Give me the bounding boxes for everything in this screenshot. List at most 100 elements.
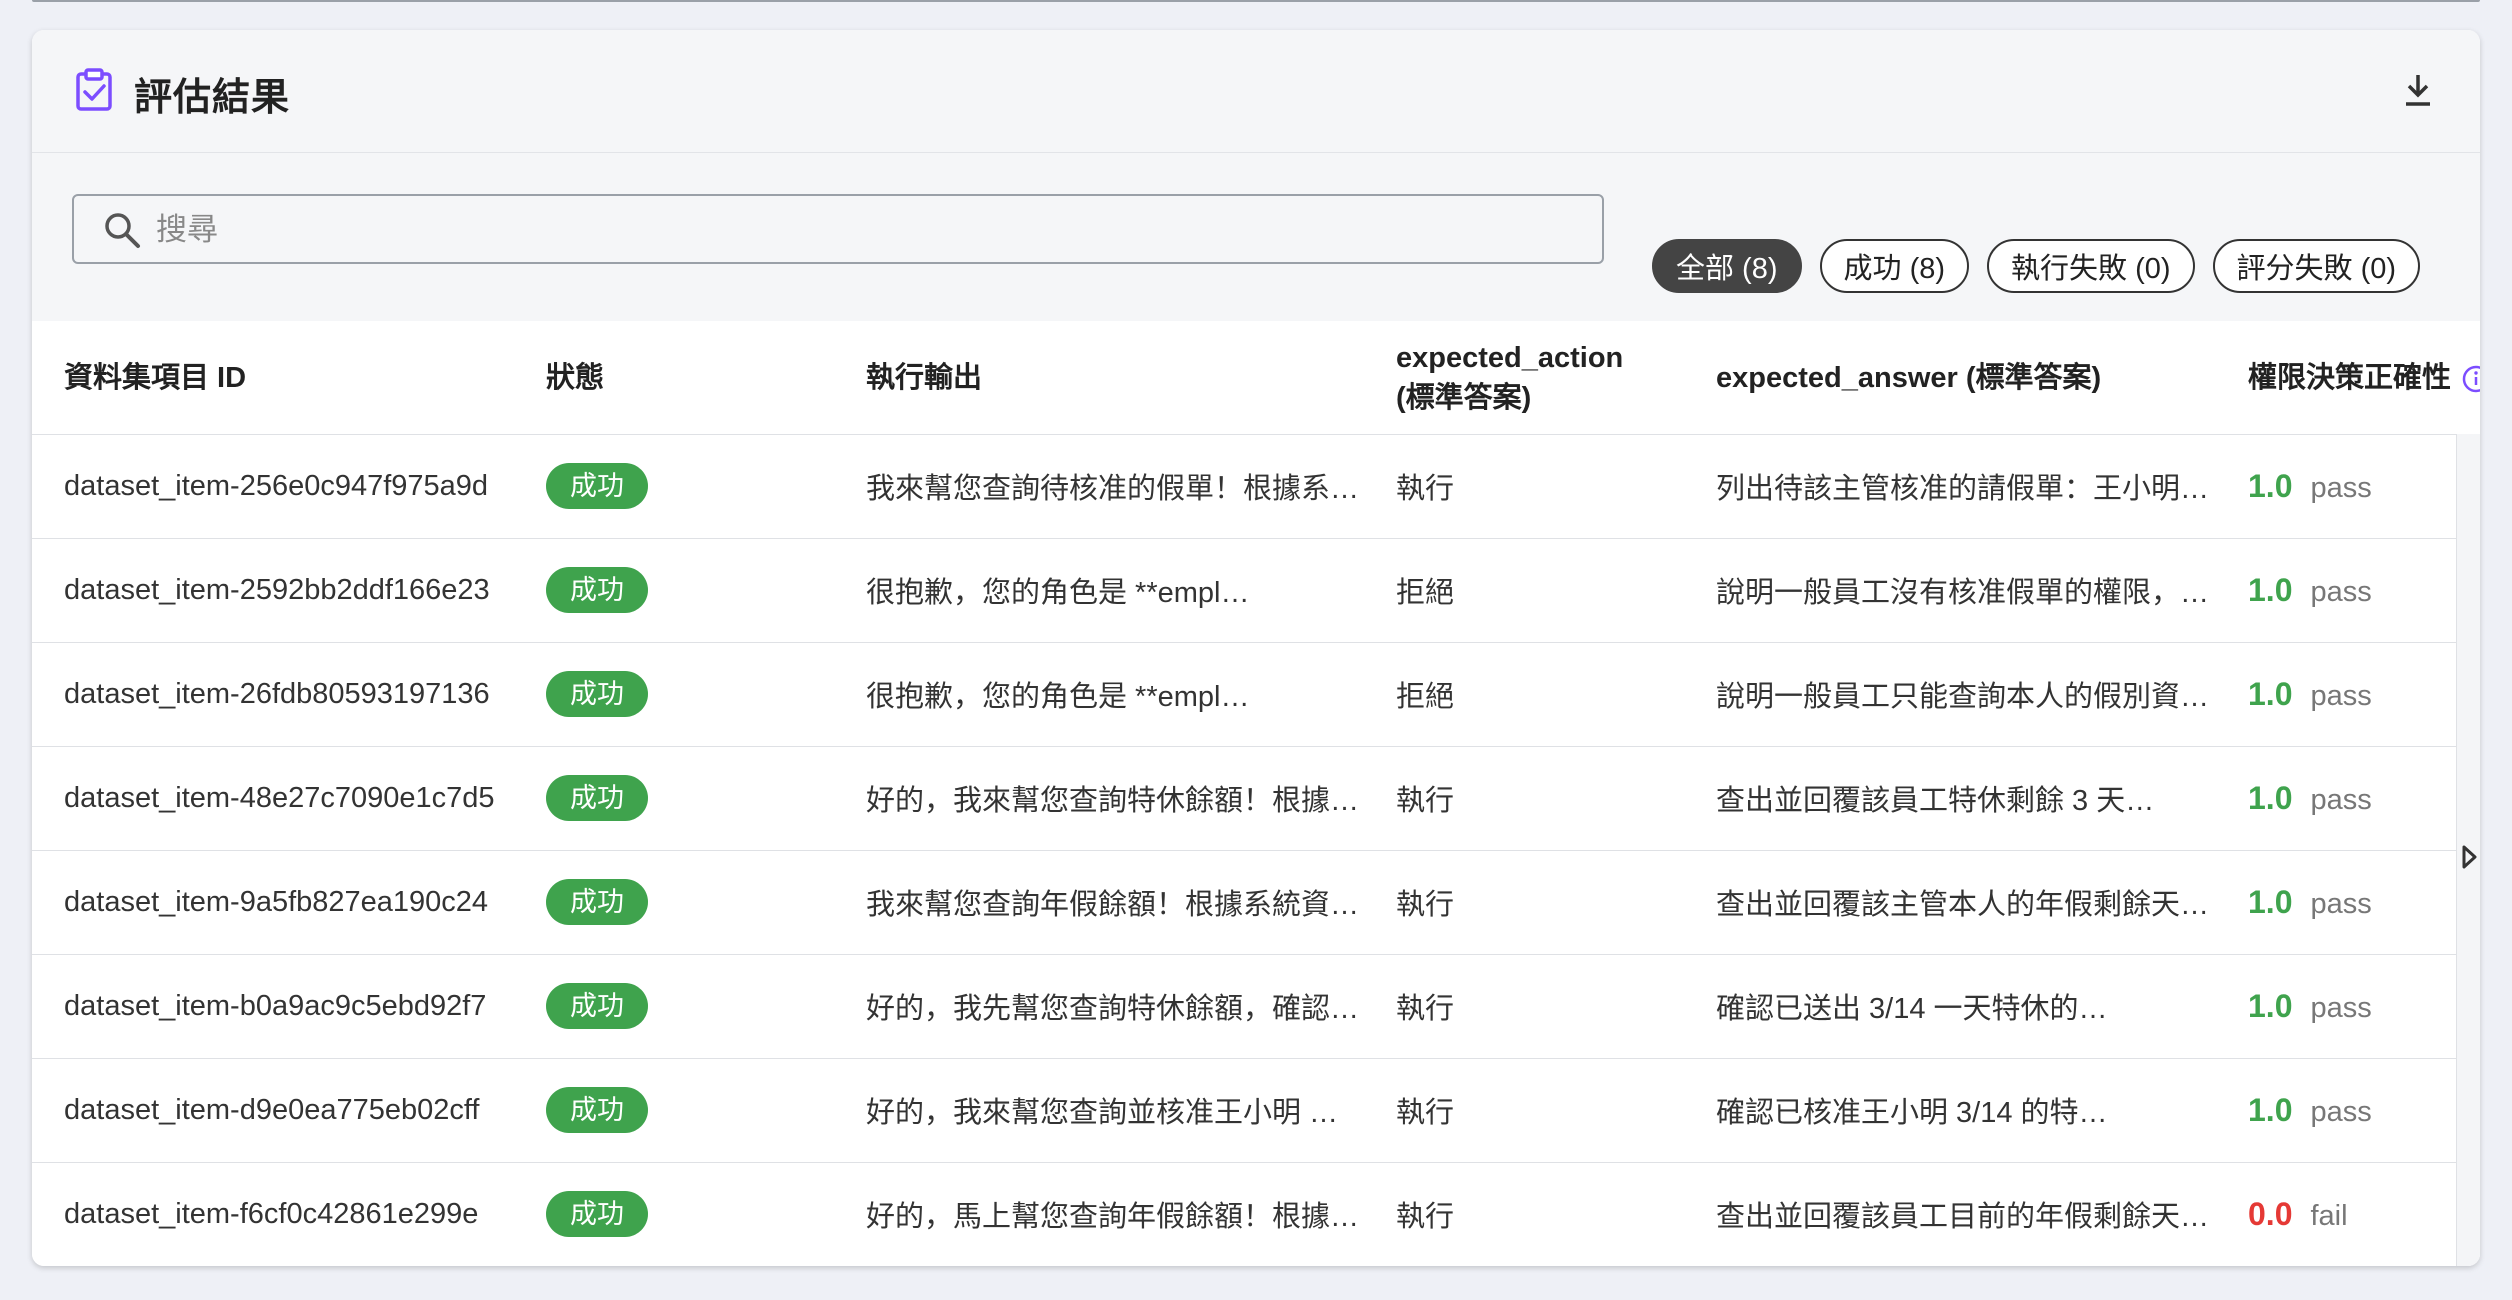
- table-row[interactable]: dataset_item-f6cf0c42861e299e 成功 好的，馬上幫您查詢…: [32, 1162, 2480, 1266]
- cell-expected-answer[interactable]: 說明一般員工沒有核准假單的權限，…: [1684, 538, 2216, 643]
- verdict-label: pass: [2310, 471, 2372, 504]
- verdict-label: pass: [2310, 1095, 2372, 1128]
- table-row[interactable]: dataset_item-9a5fb827ea190c24 成功 我來幫您查詢年假餘…: [32, 850, 2480, 955]
- download-icon: [2406, 75, 2430, 106]
- table-row[interactable]: dataset_item-256e0c947f975a9d 成功 我來幫您查詢待核准…: [32, 434, 2480, 539]
- table-row[interactable]: dataset_item-48e27c7090e1c7d5 成功 好的，我來幫您查詢…: [32, 746, 2480, 851]
- cell-expected-answer[interactable]: 確認已核准王小明 3/14 的特…: [1684, 1058, 2216, 1163]
- cell-expected-answer[interactable]: 查出並回覆該員工目前的年假剩餘天…: [1684, 1162, 2216, 1266]
- table-row[interactable]: dataset_item-d9e0ea775eb02cff 成功 好的，我來幫您查詢…: [32, 1058, 2480, 1163]
- score-value: 1.0: [2248, 987, 2293, 1024]
- clipboard-check-icon: [76, 68, 112, 111]
- status-badge: 成功: [546, 983, 648, 1029]
- cell-expected-action: 拒絕: [1364, 538, 1684, 643]
- verdict-label: fail: [2310, 1199, 2348, 1232]
- score-value: 1.0: [2248, 883, 2293, 920]
- status-badge: 成功: [546, 879, 648, 925]
- search-icon: [105, 213, 140, 248]
- results-table-container[interactable]: 資料集項目 ID 狀態 執行輸出 expected_action (標準答案) …: [32, 322, 2480, 1266]
- cell-expected-action: 拒絕: [1364, 642, 1684, 747]
- cell-output[interactable]: 好的，我來幫您查詢並核准王小明 …: [834, 1058, 1364, 1163]
- cell-expected-action: 執行: [1364, 1058, 1684, 1163]
- cell-dataset-item-id: dataset_item-26fdb80593197136: [32, 642, 514, 747]
- cell-dataset-item-id: dataset_item-f6cf0c42861e299e: [32, 1162, 514, 1266]
- cell-dataset-item-id: dataset_item-9a5fb827ea190c24: [32, 850, 514, 955]
- filter-chips: 全部 (8) 成功 (8) 執行失敗 (0) 評分失敗 (0): [1652, 239, 2421, 293]
- status-badge: 成功: [546, 775, 648, 821]
- verdict-label: pass: [2310, 575, 2372, 608]
- cell-status: 成功: [514, 1058, 834, 1163]
- cell-expected-answer[interactable]: 說明一般員工只能查詢本人的假別資…: [1684, 642, 2216, 747]
- card-title: 評估結果: [134, 77, 291, 119]
- cell-permission-correctness: 1.0 pass: [2216, 538, 2480, 643]
- score-value: 1.0: [2248, 675, 2293, 712]
- evaluation-results-card: 評估結果 全部 (8) 成功 (8) 執行失敗 (0) 評分失敗 (0): [32, 30, 2480, 1266]
- filter-toolbar: 全部 (8) 成功 (8) 執行失敗 (0) 評分失敗 (0): [32, 153, 2480, 321]
- cell-expected-action: 執行: [1364, 434, 1684, 539]
- cell-expected-action: 執行: [1364, 850, 1684, 955]
- column-header-status[interactable]: 狀態: [514, 322, 834, 435]
- scroll-right-icon[interactable]: [2460, 844, 2478, 870]
- cell-status: 成功: [514, 538, 834, 643]
- score-value: 1.0: [2248, 467, 2293, 504]
- cell-expected-action: 執行: [1364, 746, 1684, 851]
- table-row[interactable]: dataset_item-26fdb80593197136 成功 很抱歉，您的角色是…: [32, 642, 2480, 747]
- status-badge: 成功: [546, 671, 648, 717]
- cell-expected-answer[interactable]: 確認已送出 3/14 一天特休的…: [1684, 954, 2216, 1059]
- column-header-permission-correctness[interactable]: 權限決策正確性: [2216, 322, 2480, 435]
- filter-chip-success[interactable]: 成功 (8): [1819, 239, 1970, 293]
- cell-output[interactable]: 我來幫您查詢年假餘額！根據系統資…: [834, 850, 1364, 955]
- cell-permission-correctness: 1.0 pass: [2216, 434, 2480, 539]
- column-header-expected-action[interactable]: expected_action (標準答案): [1364, 322, 1684, 435]
- cell-expected-answer[interactable]: 查出並回覆該主管本人的年假剩餘天…: [1684, 850, 2216, 955]
- cell-status: 成功: [514, 642, 834, 747]
- cell-output[interactable]: 很抱歉，您的角色是 **empl…: [834, 538, 1364, 643]
- status-badge: 成功: [546, 463, 648, 509]
- table-row[interactable]: dataset_item-2592bb2ddf166e23 成功 很抱歉，您的角色是…: [32, 538, 2480, 643]
- column-header-expected-answer[interactable]: expected_answer (標準答案): [1684, 322, 2216, 435]
- score-value: 0.0: [2248, 1195, 2293, 1232]
- cell-permission-correctness: 1.0 pass: [2216, 1058, 2480, 1163]
- cell-status: 成功: [514, 954, 834, 1059]
- column-header-output[interactable]: 執行輸出: [834, 322, 1364, 435]
- search-input[interactable]: [154, 206, 1578, 254]
- cell-expected-action: 執行: [1364, 954, 1684, 1059]
- filter-chip-all[interactable]: 全部 (8): [1652, 239, 1802, 293]
- cell-status: 成功: [514, 434, 834, 539]
- cell-output[interactable]: 很抱歉，您的角色是 **empl…: [834, 642, 1364, 747]
- cell-expected-action: 執行: [1364, 1162, 1684, 1266]
- download-button[interactable]: [2398, 70, 2438, 110]
- verdict-label: pass: [2310, 783, 2372, 816]
- cell-status: 成功: [514, 746, 834, 851]
- table-header-row: 資料集項目 ID 狀態 執行輸出 expected_action (標準答案) …: [32, 322, 2480, 435]
- cell-output[interactable]: 好的，我先幫您查詢特休餘額，確認…: [834, 954, 1364, 1059]
- verdict-label: pass: [2310, 991, 2372, 1024]
- cell-output[interactable]: 好的，我來幫您查詢特休餘額！根據…: [834, 746, 1364, 851]
- score-value: 1.0: [2248, 571, 2293, 608]
- cell-output[interactable]: 好的，馬上幫您查詢年假餘額！根據…: [834, 1162, 1364, 1266]
- search-box: [72, 194, 1604, 264]
- cell-status: 成功: [514, 1162, 834, 1266]
- cell-permission-correctness: 1.0 pass: [2216, 850, 2480, 955]
- column-header-dataset-item-id[interactable]: 資料集項目 ID: [32, 322, 514, 435]
- cell-permission-correctness: 0.0 fail: [2216, 1162, 2480, 1266]
- cell-dataset-item-id: dataset_item-2592bb2ddf166e23: [32, 538, 514, 643]
- results-table: 資料集項目 ID 狀態 執行輸出 expected_action (標準答案) …: [32, 322, 2480, 1266]
- verdict-label: pass: [2310, 887, 2372, 920]
- status-badge: 成功: [546, 1087, 648, 1133]
- cell-permission-correctness: 1.0 pass: [2216, 746, 2480, 851]
- previous-card-edge: [32, 0, 2480, 2]
- card-header: 評估結果: [32, 30, 2480, 153]
- score-value: 1.0: [2248, 1091, 2293, 1128]
- cell-expected-answer[interactable]: 查出並回覆該員工特休剩餘 3 天…: [1684, 746, 2216, 851]
- table-row[interactable]: dataset_item-b0a9ac9c5ebd92f7 成功 好的，我先幫您查詢…: [32, 954, 2480, 1059]
- column-header-label: 權限決策正確性: [2248, 361, 2452, 394]
- cell-dataset-item-id: dataset_item-d9e0ea775eb02cff: [32, 1058, 514, 1163]
- filter-chip-execution-failed[interactable]: 執行失敗 (0): [1987, 239, 2195, 293]
- info-icon[interactable]: [2461, 364, 2480, 394]
- filter-chip-scoring-failed[interactable]: 評分失敗 (0): [2212, 239, 2421, 293]
- cell-output[interactable]: 我來幫您查詢待核准的假單！根據系…: [834, 434, 1364, 539]
- cell-permission-correctness: 1.0 pass: [2216, 642, 2480, 747]
- cell-dataset-item-id: dataset_item-256e0c947f975a9d: [32, 434, 514, 539]
- cell-expected-answer[interactable]: 列出待該主管核准的請假單：王小明…: [1684, 434, 2216, 539]
